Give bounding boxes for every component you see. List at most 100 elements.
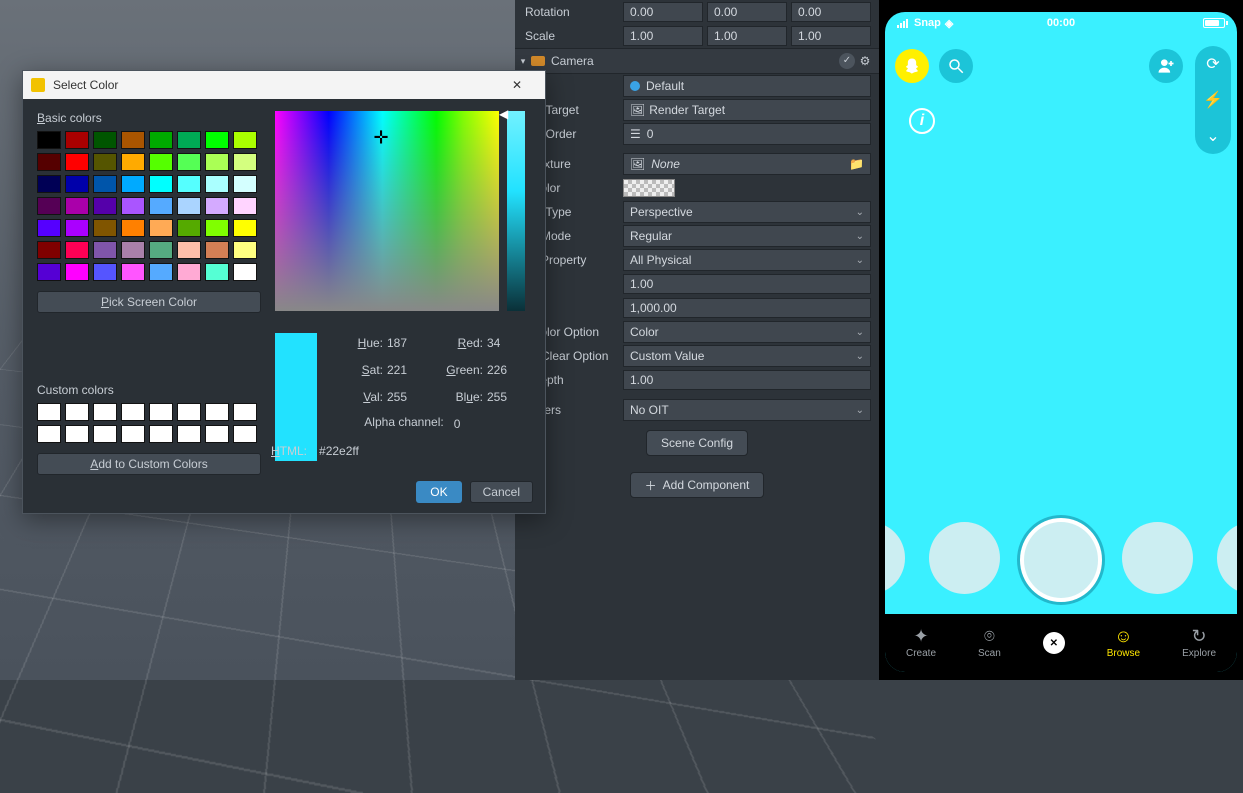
color-swatch[interactable] bbox=[177, 241, 201, 259]
color-swatch[interactable] bbox=[205, 153, 229, 171]
color-swatch[interactable] bbox=[149, 241, 173, 259]
device-property-dropdown[interactable]: All Physical⌄ bbox=[623, 249, 871, 271]
far-field[interactable]: 1,000.00 bbox=[623, 298, 871, 318]
rotation-x[interactable]: 0.00 bbox=[623, 2, 703, 22]
check-icon[interactable]: ✓ bbox=[839, 53, 855, 69]
add-friend-button[interactable] bbox=[1149, 49, 1183, 83]
ok-button[interactable]: OK bbox=[416, 481, 461, 503]
nav-create[interactable]: ✦Create bbox=[906, 627, 936, 659]
color-swatch[interactable] bbox=[37, 175, 61, 193]
color-swatch[interactable] bbox=[205, 197, 229, 215]
color-swatch[interactable] bbox=[65, 175, 89, 193]
cancel-button[interactable]: Cancel bbox=[470, 481, 533, 503]
color-swatch[interactable] bbox=[233, 197, 257, 215]
scale-x[interactable]: 1.00 bbox=[623, 26, 703, 46]
val-input[interactable] bbox=[387, 388, 431, 406]
nav-scan[interactable]: ⌾Scan bbox=[978, 627, 1001, 659]
depth-mode-dropdown[interactable]: Regular⌄ bbox=[623, 225, 871, 247]
collapse-icon[interactable]: ▾ bbox=[515, 56, 531, 67]
camera-component-header[interactable]: ▾ Camera ✓ ⚙ bbox=[515, 48, 879, 74]
close-icon[interactable]: ✕ bbox=[497, 78, 537, 92]
rotation-y[interactable]: 0.00 bbox=[707, 2, 787, 22]
color-swatch[interactable] bbox=[121, 241, 145, 259]
color-swatch[interactable] bbox=[205, 131, 229, 149]
basic-colors-grid[interactable] bbox=[37, 131, 261, 281]
camera-type-dropdown[interactable]: Perspective⌄ bbox=[623, 201, 871, 223]
color-swatch[interactable] bbox=[177, 219, 201, 237]
color-swatch[interactable] bbox=[149, 197, 173, 215]
render-target-field[interactable]: 🖼Render Target bbox=[623, 99, 871, 121]
rotation-z[interactable]: 0.00 bbox=[791, 2, 871, 22]
color-swatch[interactable] bbox=[177, 153, 201, 171]
scale-z[interactable]: 1.00 bbox=[791, 26, 871, 46]
pick-screen-color-button[interactable]: Pick Screen Color bbox=[37, 291, 261, 313]
color-swatch[interactable] bbox=[205, 175, 229, 193]
hue-marker-icon[interactable]: ◀ bbox=[499, 107, 508, 121]
color-swatch[interactable] bbox=[149, 219, 173, 237]
color-swatch[interactable] bbox=[65, 197, 89, 215]
close-lens-button[interactable]: ✕ bbox=[1043, 632, 1065, 654]
color-swatch[interactable] bbox=[177, 131, 201, 149]
color-swatch[interactable] bbox=[93, 175, 117, 193]
color-swatch[interactable] bbox=[65, 241, 89, 259]
color-swatch[interactable] bbox=[121, 153, 145, 171]
lens-item[interactable] bbox=[1217, 522, 1237, 594]
color-swatch[interactable] bbox=[205, 241, 229, 259]
search-button[interactable] bbox=[939, 49, 973, 83]
color-swatch[interactable] bbox=[177, 263, 201, 281]
color-swatch[interactable] bbox=[121, 263, 145, 281]
color-swatch[interactable] bbox=[121, 219, 145, 237]
clear-color-swatch[interactable] bbox=[623, 179, 675, 197]
color-swatch[interactable] bbox=[37, 241, 61, 259]
oit-dropdown[interactable]: No OIT⌄ bbox=[623, 399, 871, 421]
hue-input[interactable] bbox=[387, 334, 431, 352]
color-swatch[interactable] bbox=[149, 175, 173, 193]
color-swatch[interactable] bbox=[233, 219, 257, 237]
color-swatch[interactable] bbox=[205, 263, 229, 281]
html-input[interactable] bbox=[319, 442, 429, 460]
preview-screen[interactable]: Snap ◈ 00:00 ⟳ ⚡ ⌄ i bbox=[885, 12, 1237, 672]
near-field[interactable]: 1.00 bbox=[623, 274, 871, 294]
color-swatch[interactable] bbox=[37, 197, 61, 215]
color-swatch[interactable] bbox=[149, 263, 173, 281]
color-swatch[interactable] bbox=[233, 175, 257, 193]
color-swatch[interactable] bbox=[37, 153, 61, 171]
color-swatch[interactable] bbox=[121, 131, 145, 149]
color-swatch[interactable] bbox=[149, 153, 173, 171]
layers-dropdown[interactable]: Default bbox=[623, 75, 871, 97]
color-swatch[interactable] bbox=[121, 197, 145, 215]
color-swatch[interactable] bbox=[233, 263, 257, 281]
add-component-button[interactable]: ＋Add Component bbox=[630, 472, 765, 498]
color-swatch[interactable] bbox=[205, 219, 229, 237]
color-swatch[interactable] bbox=[37, 263, 61, 281]
expand-button[interactable]: ⌄ bbox=[1199, 122, 1227, 150]
add-custom-colors-button[interactable]: Add to Custom Colors bbox=[37, 453, 261, 475]
nav-browse[interactable]: ☺Browse bbox=[1107, 627, 1140, 659]
red-input[interactable] bbox=[487, 334, 531, 352]
gear-icon[interactable]: ⚙ bbox=[857, 53, 873, 69]
color-swatch[interactable] bbox=[121, 175, 145, 193]
depth-clear-option-dropdown[interactable]: Custom Value⌄ bbox=[623, 345, 871, 367]
hue-slider[interactable]: ◀ bbox=[507, 111, 525, 311]
lens-item[interactable] bbox=[929, 522, 999, 594]
sv-gradient[interactable]: ✛ bbox=[275, 111, 499, 311]
color-swatch[interactable] bbox=[37, 219, 61, 237]
scene-config-button[interactable]: Scene Config bbox=[646, 430, 748, 456]
nav-explore[interactable]: ↻Explore bbox=[1182, 627, 1216, 659]
color-swatch[interactable] bbox=[93, 241, 117, 259]
color-swatch[interactable] bbox=[93, 153, 117, 171]
dialog-titlebar[interactable]: Select Color ✕ bbox=[23, 71, 545, 99]
color-swatch[interactable] bbox=[149, 131, 173, 149]
flash-button[interactable]: ⚡ bbox=[1199, 86, 1227, 114]
alpha-input[interactable] bbox=[454, 415, 498, 433]
color-swatch[interactable] bbox=[65, 219, 89, 237]
profile-button[interactable] bbox=[895, 49, 929, 83]
color-swatch[interactable] bbox=[93, 263, 117, 281]
color-swatch[interactable] bbox=[37, 131, 61, 149]
custom-colors-grid[interactable] bbox=[37, 403, 261, 443]
sat-input[interactable] bbox=[387, 361, 431, 379]
blue-input[interactable] bbox=[487, 388, 531, 406]
folder-icon[interactable]: 📁 bbox=[849, 157, 864, 171]
green-input[interactable] bbox=[487, 361, 531, 379]
color-swatch[interactable] bbox=[93, 197, 117, 215]
